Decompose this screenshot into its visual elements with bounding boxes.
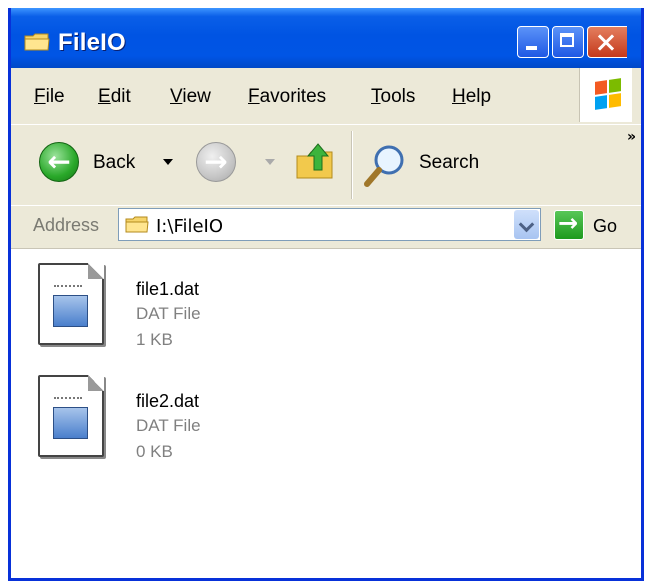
menu-file[interactable]: File <box>34 86 65 108</box>
windows-flag-icon <box>595 78 621 110</box>
close-icon[interactable] <box>587 26 627 58</box>
back-arrow-icon[interactable]: ← <box>39 142 79 182</box>
go-button-label[interactable]: Go <box>593 216 617 237</box>
dat-file-icon <box>38 263 104 345</box>
address-bar: Address I:\FileIO → Go <box>11 206 641 249</box>
address-label: Address <box>33 215 100 235</box>
window-title: FileIO <box>58 29 126 56</box>
menu-view[interactable]: View <box>170 86 211 108</box>
address-input[interactable]: I:\FileIO <box>118 208 541 241</box>
toolbar-overflow-chevron[interactable]: » <box>627 129 636 145</box>
menu-help[interactable]: Help <box>452 86 491 108</box>
address-dropdown-chevron-icon[interactable] <box>514 210 539 239</box>
folder-icon <box>125 216 149 233</box>
file-size: 0 KB <box>136 442 173 461</box>
folder-icon <box>24 33 50 51</box>
file-list: file1.dat DAT File 1 KB file2.dat DAT Fi… <box>11 249 641 578</box>
folder-up-icon[interactable] <box>294 140 336 182</box>
standard-toolbar: » ← Back → Search <box>11 125 641 206</box>
back-dropdown-arrow[interactable] <box>163 159 173 165</box>
menu-favorites[interactable]: Favorites <box>248 86 326 108</box>
file-name: file2.dat <box>136 391 200 411</box>
forward-arrow-icon[interactable]: → <box>196 142 236 182</box>
explorer-window: FileIO File Edit View Favorites Tools He… <box>8 8 644 581</box>
file-size: 1 KB <box>136 330 173 349</box>
menu-bar: File Edit View Favorites Tools Help <box>11 68 641 125</box>
address-value: I:\FileIO <box>156 216 224 237</box>
menu-tools[interactable]: Tools <box>371 86 415 108</box>
search-button-label[interactable]: Search <box>419 152 479 174</box>
menu-edit[interactable]: Edit <box>98 86 131 108</box>
search-magnifier-icon[interactable] <box>363 142 407 188</box>
minimize-icon[interactable] <box>517 26 549 58</box>
toolbar-separator <box>351 131 353 199</box>
windows-logo <box>579 68 632 122</box>
forward-dropdown-arrow[interactable] <box>265 159 275 165</box>
title-bar[interactable]: FileIO <box>11 8 641 68</box>
dat-file-icon <box>38 375 104 457</box>
file-type: DAT File <box>136 416 201 435</box>
back-button-label[interactable]: Back <box>93 152 135 174</box>
file-type: DAT File <box>136 304 201 323</box>
file-item[interactable]: file1.dat DAT File 1 KB <box>33 257 353 357</box>
file-item[interactable]: file2.dat DAT File 0 KB <box>33 369 353 469</box>
file-name: file1.dat <box>136 279 200 299</box>
maximize-icon[interactable] <box>552 26 584 58</box>
go-arrow-icon[interactable]: → <box>554 209 584 240</box>
